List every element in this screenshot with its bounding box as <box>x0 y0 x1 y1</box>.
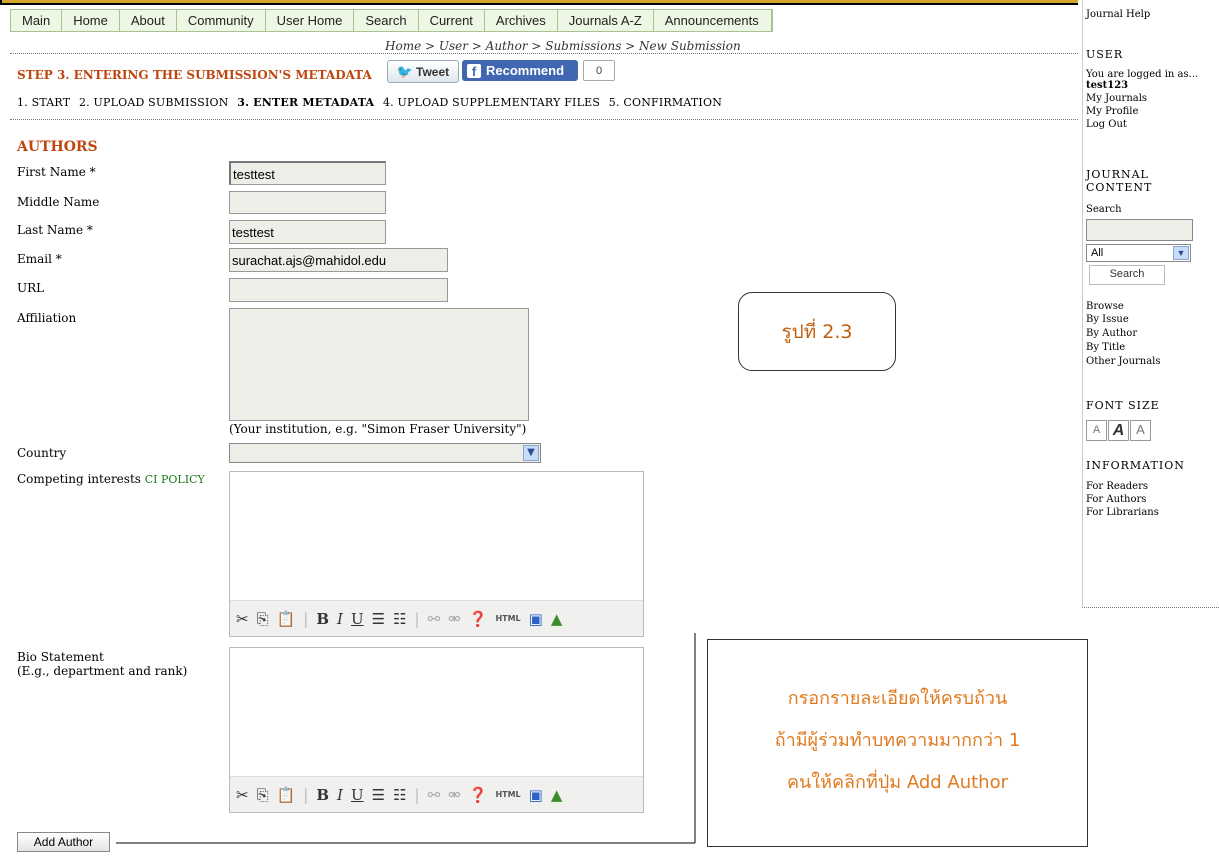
browse-by-author[interactable]: By Author <box>1086 327 1219 341</box>
sidebar: Journal Help USER You are logged in as..… <box>1082 0 1219 608</box>
font-larger-icon[interactable]: A <box>1130 420 1151 441</box>
search-label: Search <box>1086 204 1122 215</box>
user-heading: USER <box>1086 48 1124 61</box>
search-input[interactable] <box>1086 219 1193 241</box>
my-journals-link[interactable]: My Journals <box>1086 91 1219 106</box>
logged-in-text: You are logged in as... <box>1086 69 1199 80</box>
chevron-down-icon: ▼ <box>1173 246 1189 260</box>
journal-help-link[interactable]: Journal Help <box>1086 7 1219 22</box>
browse-by-issue[interactable]: By Issue <box>1086 312 1219 327</box>
information-heading: INFORMATION <box>1086 459 1185 472</box>
search-scope-select[interactable]: All ▼ <box>1086 244 1191 262</box>
browse-label: Browse <box>1086 301 1124 312</box>
figure-callout: รูปที่ 2.3 <box>738 292 896 371</box>
font-default-icon[interactable]: A <box>1108 420 1129 441</box>
other-journals-link[interactable]: Other Journals <box>1086 355 1219 369</box>
username: test123 <box>1086 80 1129 91</box>
for-readers-link[interactable]: For Readers <box>1086 480 1219 493</box>
journal-content-heading: JOURNAL CONTENT <box>1086 168 1153 194</box>
browse-by-title[interactable]: By Title <box>1086 341 1219 355</box>
instruction-callout: กรอกรายละเอียดให้ครบถ้วน ถ้ามีผู้ร่วมทำบ… <box>707 639 1088 847</box>
for-librarians-link[interactable]: For Librarians <box>1086 506 1219 519</box>
search-button[interactable]: Search <box>1089 265 1165 285</box>
font-size-controls: A A A <box>1086 420 1219 441</box>
log-out-link[interactable]: Log Out <box>1086 118 1219 132</box>
font-size-heading: FONT SIZE <box>1086 399 1160 412</box>
font-smaller-icon[interactable]: A <box>1086 420 1107 441</box>
for-authors-link[interactable]: For Authors <box>1086 493 1219 506</box>
my-profile-link[interactable]: My Profile <box>1086 106 1219 118</box>
